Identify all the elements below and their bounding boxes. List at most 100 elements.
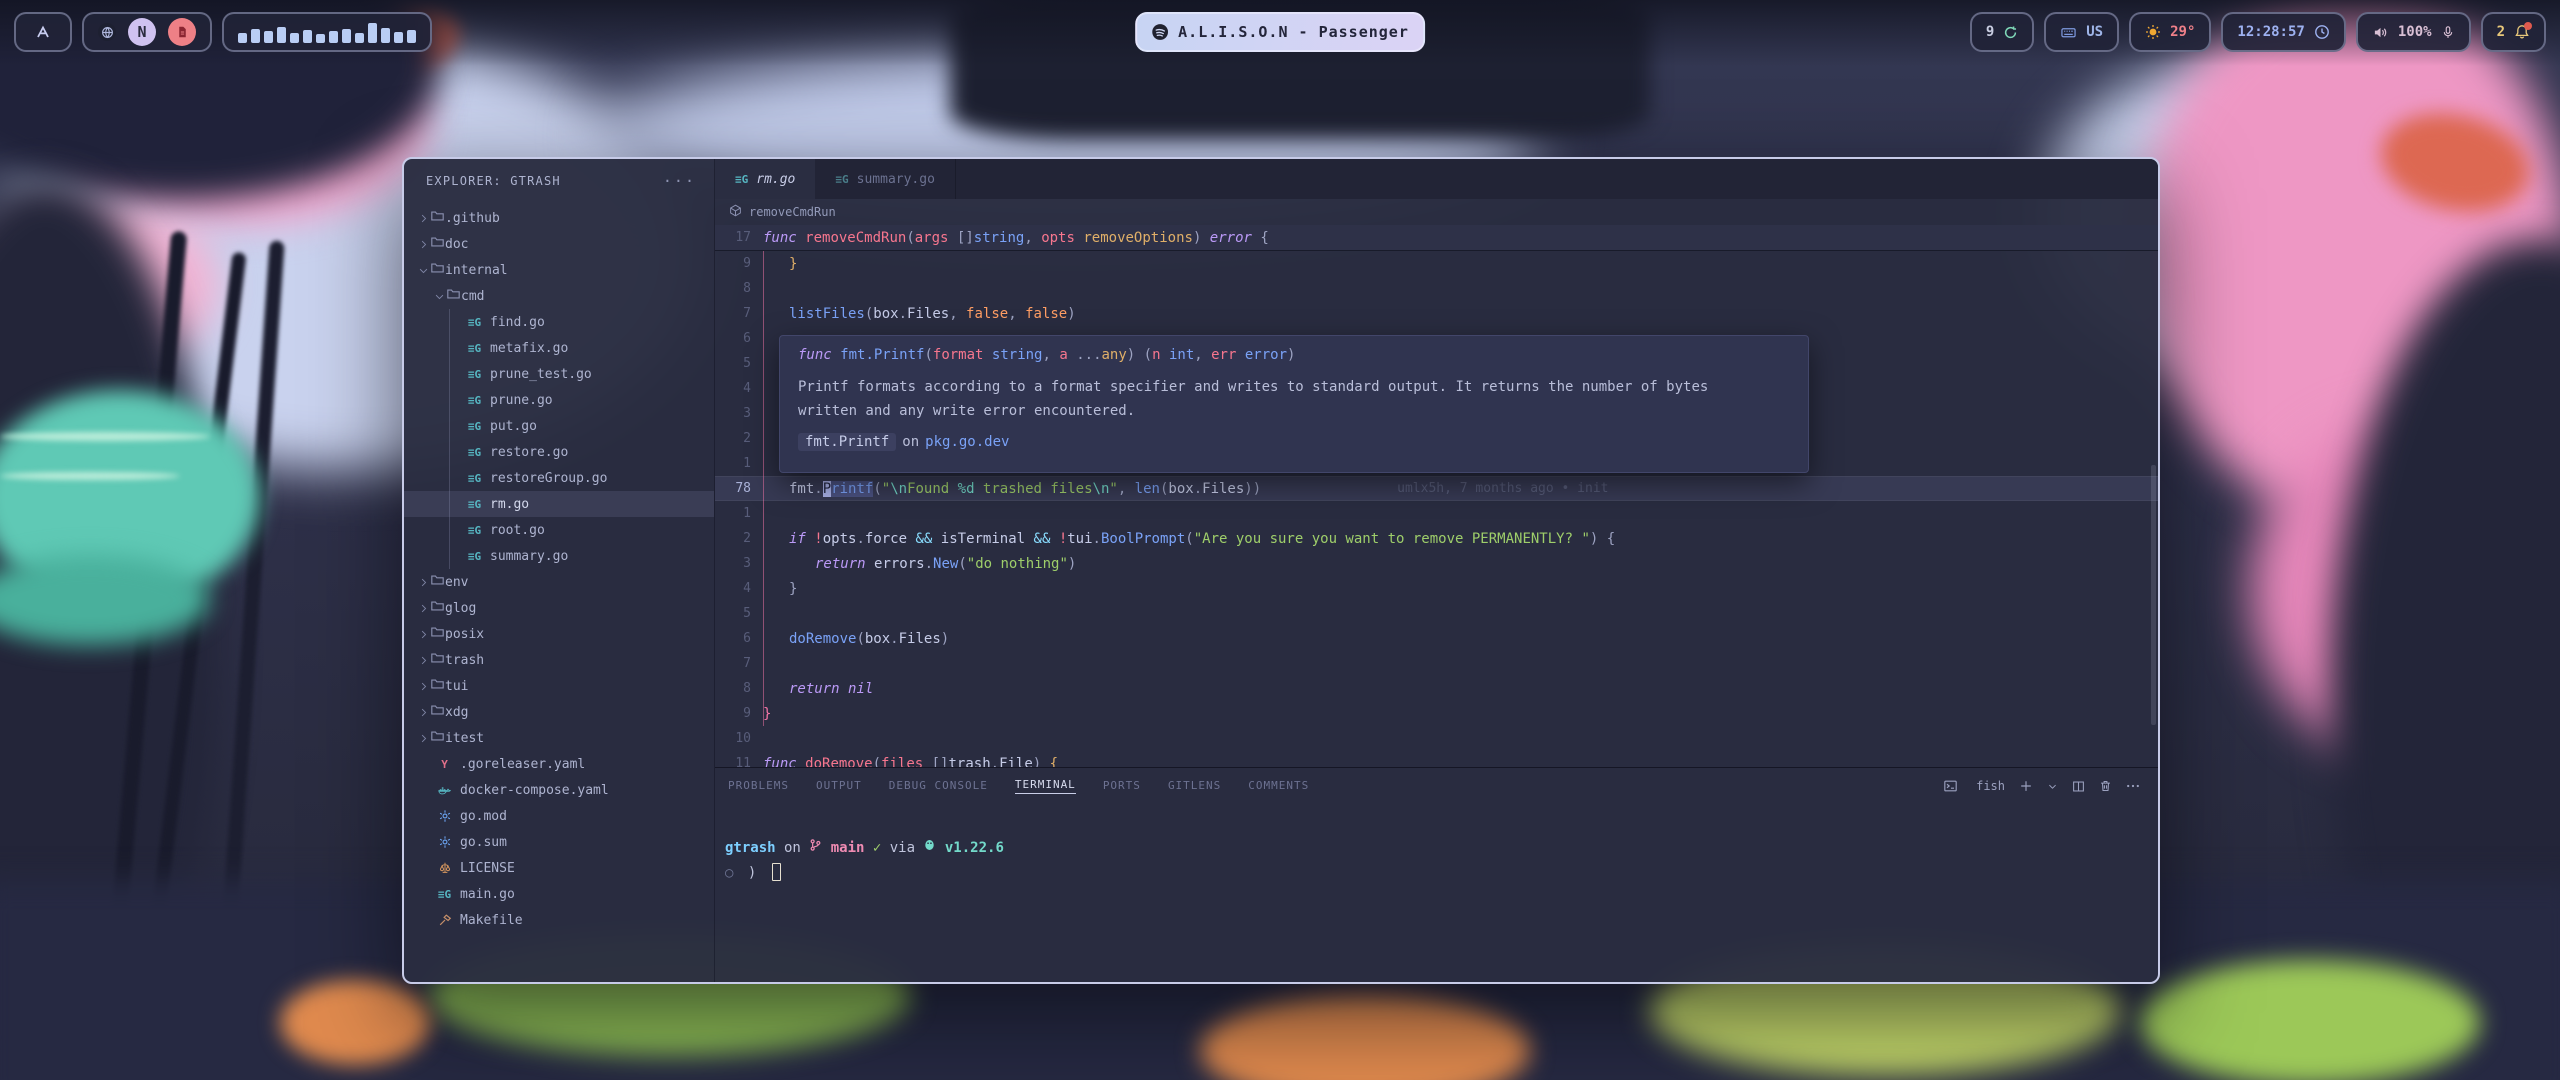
keyboard-layout-pill[interactable]: US: [2044, 12, 2119, 52]
tree-item-LICENSE[interactable]: LICENSE: [404, 855, 714, 881]
hover-tooltip: func fmt.Printf(format string, a ...any)…: [779, 335, 1809, 473]
tree-item-prune_test.go[interactable]: ≡Gprune_test.go: [404, 361, 714, 387]
media-pill[interactable]: A.L.I.S.O.N - Passenger: [1135, 12, 1425, 52]
code-editor[interactable]: 17func removeCmdRun(args []string, opts …: [715, 225, 2158, 767]
new-terminal-button[interactable]: [2019, 779, 2033, 793]
notification-dot: [2524, 22, 2532, 30]
tree-item-xdg[interactable]: xdg: [404, 699, 714, 725]
workspace-globe[interactable]: [98, 23, 116, 41]
tree-item-.goreleaser.yaml[interactable]: Y.goreleaser.yaml: [404, 751, 714, 777]
line-number: 2: [715, 531, 751, 546]
tree-item-label: doc: [445, 237, 468, 252]
code-line[interactable]: 8: [715, 276, 2158, 301]
notifications-pill[interactable]: 2: [2481, 12, 2546, 52]
workspace-files[interactable]: [168, 18, 196, 46]
visualizer-bar: [368, 23, 377, 43]
tree-item-root.go[interactable]: ≡Groot.go: [404, 517, 714, 543]
code-line[interactable]: 11func doRemove(files []trash.File) {: [715, 751, 2158, 767]
panel-more-icon[interactable]: [2126, 783, 2140, 789]
panel-tab-ports[interactable]: PORTS: [1103, 779, 1141, 794]
panel-tab-gitlens[interactable]: GITLENS: [1168, 779, 1221, 794]
tree-item-Makefile[interactable]: Makefile: [404, 907, 714, 933]
code-line[interactable]: 2if !opts.force && isTerminal && !tui.Bo…: [715, 526, 2158, 551]
tree-item-rm.go[interactable]: ≡Grm.go: [404, 491, 714, 517]
pkg-go-dev-link[interactable]: pkg.go.dev: [925, 434, 1009, 450]
code-line[interactable]: 7listFiles(box.Files, false, false): [715, 301, 2158, 326]
tree-item-restore.go[interactable]: ≡Grestore.go: [404, 439, 714, 465]
tree-item-.github[interactable]: .github: [404, 205, 714, 231]
tree-item-glog[interactable]: glog: [404, 595, 714, 621]
code-token: Found: [907, 481, 958, 497]
clock-time: 12:28:57: [2237, 24, 2304, 40]
code-line[interactable]: 8return nil: [715, 676, 2158, 701]
tab-rm-go[interactable]: ≡G rm.go: [715, 159, 815, 199]
panel-tab-problems[interactable]: PROBLEMS: [728, 779, 789, 794]
panel-tab-comments[interactable]: COMMENTS: [1248, 779, 1309, 794]
code-line[interactable]: 9}: [715, 701, 2158, 726]
tree-item-metafix.go[interactable]: ≡Gmetafix.go: [404, 335, 714, 361]
code-token: .: [1093, 531, 1101, 547]
tooltip-signature: func fmt.Printf(format string, a ...any)…: [798, 347, 1790, 363]
updates-pill[interactable]: 9: [1970, 12, 2034, 52]
tree-item-find.go[interactable]: ≡Gfind.go: [404, 309, 714, 335]
tree-item-env[interactable]: env: [404, 569, 714, 595]
tree-item-go.mod[interactable]: go.mod: [404, 803, 714, 829]
panel-tab-terminal[interactable]: TERMINAL: [1015, 778, 1076, 794]
terminal-text: main: [822, 840, 873, 856]
terminal-dropdown-icon[interactable]: [2047, 781, 2058, 792]
split-terminal-button[interactable]: [2072, 780, 2085, 793]
tree-item-internal[interactable]: internal: [404, 257, 714, 283]
panel-tab-debug-console[interactable]: DEBUG CONSOLE: [889, 779, 988, 794]
workspace-active[interactable]: N: [128, 18, 156, 46]
code-token: files: [881, 756, 923, 768]
sticky-code-line[interactable]: 17func removeCmdRun(args []string, opts …: [715, 225, 1269, 250]
go-module-icon: [436, 809, 453, 823]
panel-tab-output[interactable]: OUTPUT: [816, 779, 862, 794]
explorer-more-icon[interactable]: ···: [663, 172, 696, 190]
launcher-pill[interactable]: [14, 12, 72, 52]
clock-pill[interactable]: 12:28:57: [2221, 12, 2345, 52]
weather-pill[interactable]: 29°: [2129, 12, 2211, 52]
tree-item-docker-compose.yaml[interactable]: docker-compose.yaml: [404, 777, 714, 803]
code-line[interactable]: 6doRemove(box.Files): [715, 626, 2158, 651]
editor-scrollbar[interactable]: [2151, 465, 2156, 725]
audio-pill[interactable]: 100%: [2356, 12, 2471, 52]
tree-item-summary.go[interactable]: ≡Gsummary.go: [404, 543, 714, 569]
code-token: any: [1102, 347, 1127, 363]
tree-item-label: env: [445, 575, 468, 590]
code-token: .: [814, 481, 822, 497]
tree-item-put.go[interactable]: ≡Gput.go: [404, 413, 714, 439]
tree-item-cmd[interactable]: cmd: [404, 283, 714, 309]
code-line[interactable]: 4}: [715, 576, 2158, 601]
breadcrumb[interactable]: removeCmdRun: [715, 199, 2158, 225]
code-line[interactable]: 3return errors.New("do nothing"): [715, 551, 2158, 576]
tree-item-main.go[interactable]: ≡Gmain.go: [404, 881, 714, 907]
tree-item-itest[interactable]: itest: [404, 725, 714, 751]
tree-item-doc[interactable]: doc: [404, 231, 714, 257]
tree-item-restoreGroup.go[interactable]: ≡GrestoreGroup.go: [404, 465, 714, 491]
active-indent-guide: [763, 251, 764, 726]
code-line[interactable]: 5: [715, 601, 2158, 626]
tree-item-prune.go[interactable]: ≡Gprune.go: [404, 387, 714, 413]
code-token: (: [856, 631, 864, 647]
tree-item-posix[interactable]: posix: [404, 621, 714, 647]
kill-terminal-button[interactable]: [2099, 779, 2112, 793]
tree-item-tui[interactable]: tui: [404, 673, 714, 699]
code-token: \n: [1093, 481, 1110, 497]
code-token: [1236, 347, 1244, 363]
tree-item-label: glog: [445, 601, 476, 616]
tree-item-trash[interactable]: trash: [404, 647, 714, 673]
workspaces-pill[interactable]: N: [82, 12, 212, 52]
visualizer-pill: [222, 12, 432, 52]
visualizer-bar: [329, 31, 338, 43]
code-line[interactable]: 9}: [715, 251, 2158, 276]
code-line[interactable]: 10: [715, 726, 2158, 751]
code-line[interactable]: 78fmt.Printf("\nFound %d trashed files\n…: [715, 476, 2158, 501]
tree-item-label: restoreGroup.go: [490, 471, 607, 486]
terminal-content[interactable]: gtrash on main ✓ via v1.22.6 ○ ): [725, 838, 1004, 881]
tab-summary-go[interactable]: ≡G summary.go: [815, 159, 956, 199]
sticky-scroll-line[interactable]: 17func removeCmdRun(args []string, opts …: [715, 225, 2158, 251]
code-line[interactable]: 1: [715, 501, 2158, 526]
code-line[interactable]: 7: [715, 651, 2158, 676]
tree-item-go.sum[interactable]: go.sum: [404, 829, 714, 855]
